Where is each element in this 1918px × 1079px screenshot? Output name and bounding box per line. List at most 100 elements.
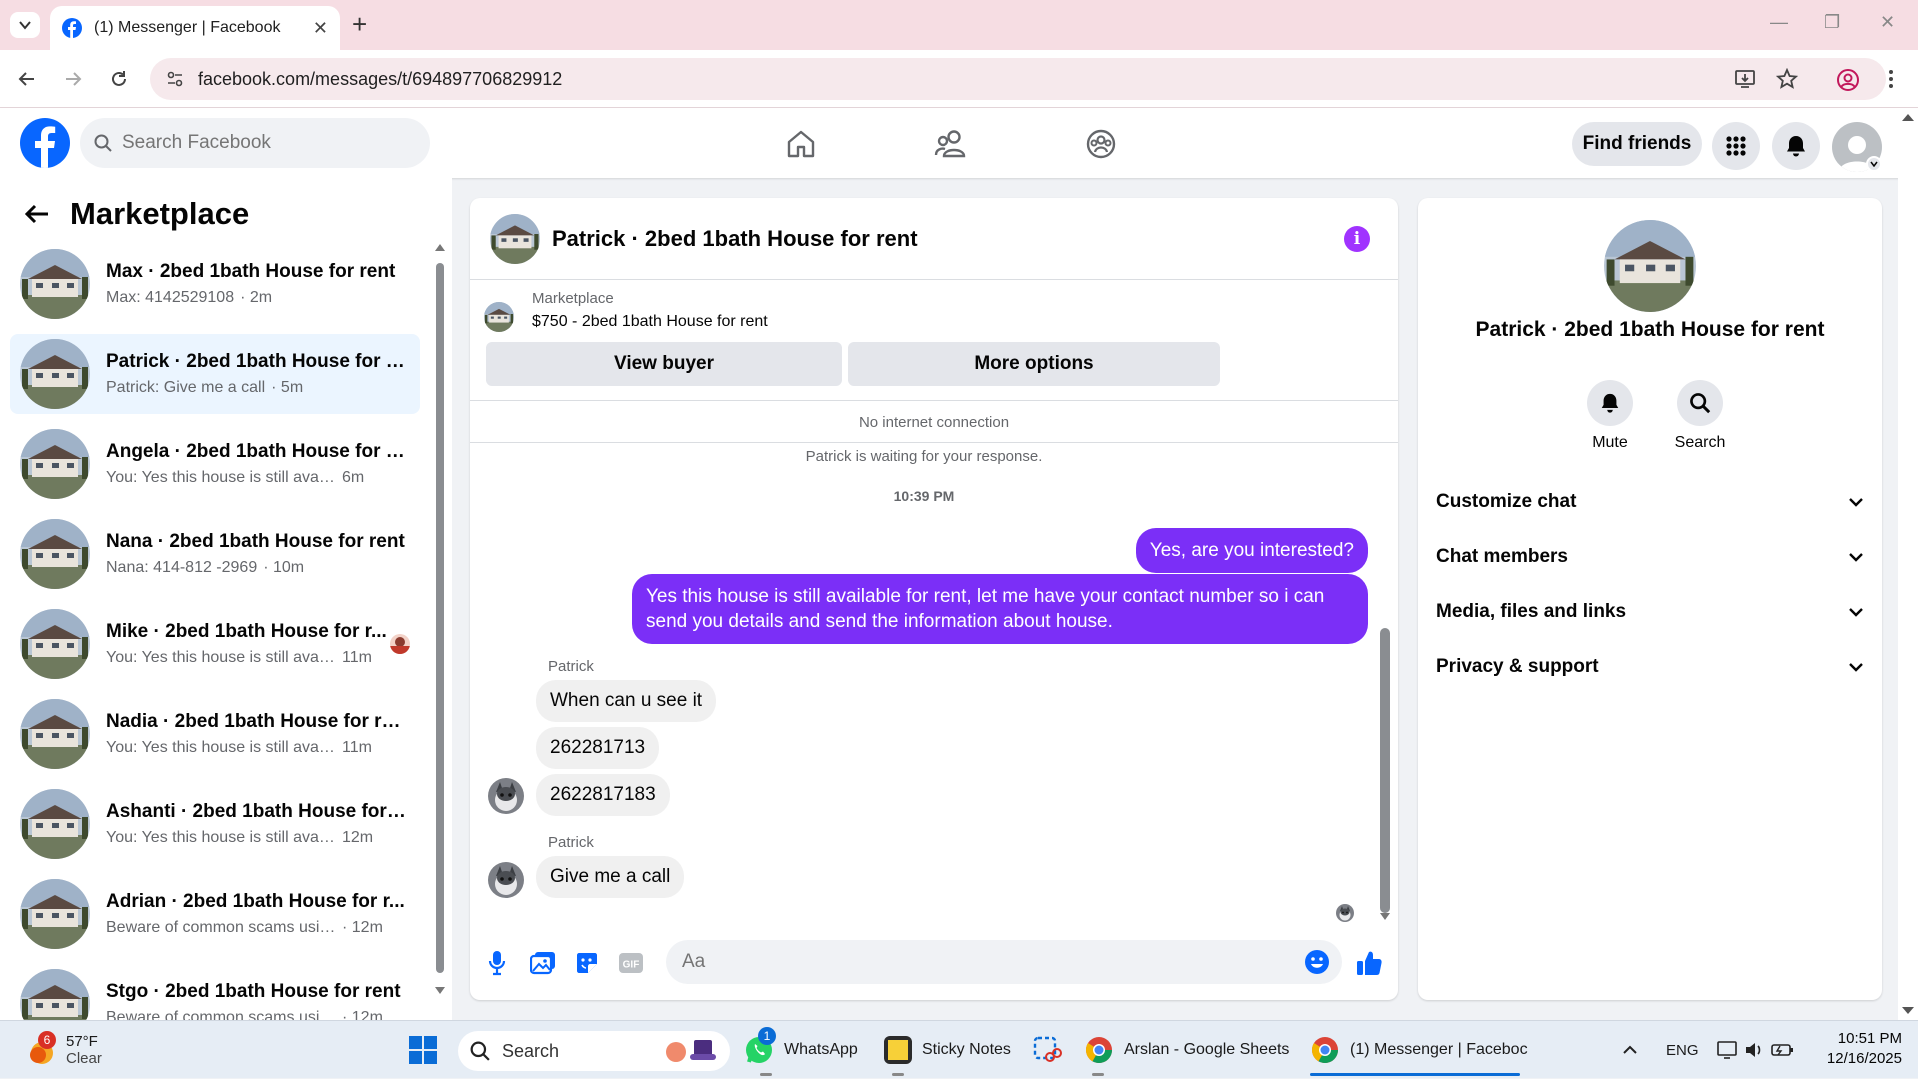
facebook-search-input[interactable]	[122, 132, 402, 154]
back-arrow-icon[interactable]	[24, 203, 50, 225]
start-windows-icon[interactable]	[408, 1021, 438, 1079]
contact-avatar[interactable]	[1604, 220, 1696, 312]
conversation-item[interactable]: Adrian · 2bed 1bath House for r... Bewar…	[10, 874, 420, 954]
groups-icon[interactable]	[1079, 122, 1123, 166]
new-tab-icon[interactable]: +	[352, 10, 367, 38]
conversation-item[interactable]: Nana · 2bed 1bath House for rent Nana: 4…	[10, 514, 420, 594]
scroll-down-icon[interactable]	[434, 986, 446, 996]
clock[interactable]: 10:51 PM 12/16/2025	[1818, 1030, 1902, 1067]
view-buyer-button[interactable]: View buyer	[486, 342, 842, 386]
incoming-message[interactable]: 262281713	[536, 727, 660, 769]
listing-thumbnail	[20, 249, 90, 319]
system-tray[interactable]	[1716, 1021, 1796, 1079]
weather-desc: Clear	[66, 1050, 102, 1067]
photo-icon[interactable]	[528, 948, 558, 978]
incoming-message[interactable]: 2622817183	[536, 774, 670, 816]
clock-date: 12/16/2025	[1826, 1050, 1902, 1067]
chat-scroll-thumb[interactable]	[1380, 628, 1390, 913]
profile-icon[interactable]	[1836, 68, 1860, 92]
conversation-item[interactable]: Angela · 2bed 1bath House for r... You: …	[10, 424, 420, 504]
listing-title[interactable]: $750 - 2bed 1bath House for rent	[532, 313, 768, 331]
conversation-preview: Beware of common scams using ...	[106, 1009, 336, 1020]
close-window-icon[interactable]: ✕	[1880, 12, 1895, 33]
privacy-support-row[interactable]: Privacy & support	[1436, 647, 1864, 687]
find-friends-button[interactable]: Find friends	[1572, 122, 1702, 166]
panel-title: Marketplace	[70, 196, 250, 231]
conversation-item[interactable]: Nadia · 2bed 1bath House for rent You: Y…	[10, 694, 420, 774]
conversation-item[interactable]: Mike · 2bed 1bath House for r... You: Ye…	[10, 604, 420, 684]
install-app-icon[interactable]	[1734, 68, 1756, 90]
messenger-label: (1) Messenger | Faceboc	[1350, 1041, 1528, 1058]
more-options-button[interactable]: More options	[848, 342, 1220, 386]
mute-button[interactable]: Mute	[1570, 380, 1650, 452]
minimize-icon[interactable]: —	[1770, 12, 1788, 33]
running-indicator	[892, 1073, 904, 1076]
chat-scroll-down-icon[interactable]	[1379, 912, 1391, 922]
conversation-item-active[interactable]: Patrick · 2bed 1bath House for r... Patr…	[10, 334, 420, 414]
gif-icon[interactable]: GIF	[616, 948, 646, 978]
browser-menu-icon[interactable]	[1888, 68, 1894, 90]
conversation-scroll-thumb[interactable]	[436, 263, 444, 973]
chat-members-row[interactable]: Chat members	[1436, 537, 1864, 577]
reload-icon[interactable]	[106, 66, 132, 92]
outgoing-message[interactable]: Yes this house is still available for re…	[632, 574, 1368, 644]
taskbar-search[interactable]: Search	[458, 1031, 730, 1071]
search-in-chat-button[interactable]: Search	[1660, 380, 1740, 452]
browser-tab[interactable]: (1) Messenger | Facebook ✕	[50, 6, 340, 50]
weather-widget[interactable]: 6 57°F Clear	[24, 1021, 102, 1079]
sticker-icon[interactable]	[572, 948, 602, 978]
show-hidden-icons[interactable]	[1622, 1021, 1638, 1079]
info-icon[interactable]: i	[1344, 226, 1370, 252]
chevron-down-icon	[1849, 498, 1863, 507]
forward-icon[interactable]	[60, 66, 86, 92]
snipping-tool-icon	[1033, 1036, 1062, 1062]
taskbar-messenger[interactable]: (1) Messenger | Faceboc	[1310, 1021, 1528, 1079]
incoming-message[interactable]: Give me a call	[536, 856, 685, 898]
conversation-item[interactable]: Max · 2bed 1bath House for rent Max: 414…	[10, 244, 420, 324]
sender-avatar[interactable]	[488, 862, 524, 898]
incoming-message[interactable]: When can u see it	[536, 680, 717, 722]
back-icon[interactable]	[14, 66, 40, 92]
chat-avatar[interactable]	[490, 214, 540, 264]
chat-title[interactable]: Patrick · 2bed 1bath House for rent	[552, 226, 918, 252]
conversation-name: Ashanti · 2bed 1bath House for r...	[106, 801, 406, 822]
scroll-up-icon[interactable]	[434, 242, 446, 252]
listing-thumbnail	[20, 699, 90, 769]
page-scroll-down-icon[interactable]	[1901, 1006, 1915, 1016]
language-indicator[interactable]: ENG	[1666, 1021, 1699, 1079]
media-files-links-row[interactable]: Media, files and links	[1436, 592, 1864, 632]
taskbar-snipping-tool[interactable]	[1032, 1021, 1062, 1079]
notifications-bell-icon[interactable]	[1772, 122, 1820, 170]
like-thumbs-up-icon[interactable]	[1354, 948, 1384, 978]
facebook-logo-icon[interactable]	[20, 118, 70, 168]
marketplace-listing: Marketplace $750 - 2bed 1bath House for …	[484, 290, 768, 332]
emoji-icon[interactable]	[1304, 949, 1330, 975]
taskbar-google-sheets[interactable]: Arslan - Google Sheets	[1084, 1021, 1289, 1079]
account-chevron-icon[interactable]	[1866, 156, 1882, 172]
facebook-search[interactable]	[80, 118, 430, 168]
sender-avatar[interactable]	[488, 778, 524, 814]
address-bar[interactable]: facebook.com/messages/t/694897706829912	[150, 58, 1886, 100]
url-text: facebook.com/messages/t/694897706829912	[198, 68, 563, 89]
message-input-box[interactable]	[666, 940, 1342, 984]
page-scrollbar[interactable]	[1898, 108, 1918, 1020]
page-scroll-up-icon[interactable]	[1901, 112, 1915, 122]
tab-list-button[interactable]	[10, 12, 40, 38]
outgoing-message[interactable]: Yes, are you interested?	[1135, 528, 1368, 573]
site-info-icon[interactable]	[166, 70, 184, 88]
customize-chat-row[interactable]: Customize chat	[1436, 482, 1864, 522]
message-input[interactable]	[682, 951, 1282, 973]
home-icon[interactable]	[779, 122, 823, 166]
conversation-item[interactable]: Ashanti · 2bed 1bath House for r... You:…	[10, 784, 420, 864]
friends-icon[interactable]	[929, 122, 973, 166]
taskbar-whatsapp[interactable]: 1 WhatsApp	[744, 1021, 858, 1079]
microphone-icon[interactable]	[482, 948, 512, 978]
listing-thumbnail	[20, 969, 90, 1020]
menu-grid-icon[interactable]	[1712, 122, 1760, 170]
bookmark-star-icon[interactable]	[1776, 68, 1798, 90]
close-tab-icon[interactable]: ✕	[313, 18, 328, 39]
chat-header: Patrick · 2bed 1bath House for rent i	[470, 198, 1398, 280]
restore-icon[interactable]: ❐	[1824, 12, 1840, 33]
conversation-item[interactable]: Stgo · 2bed 1bath House for rent Beware …	[10, 964, 420, 1020]
taskbar-sticky-notes[interactable]: Sticky Notes	[884, 1021, 1011, 1079]
